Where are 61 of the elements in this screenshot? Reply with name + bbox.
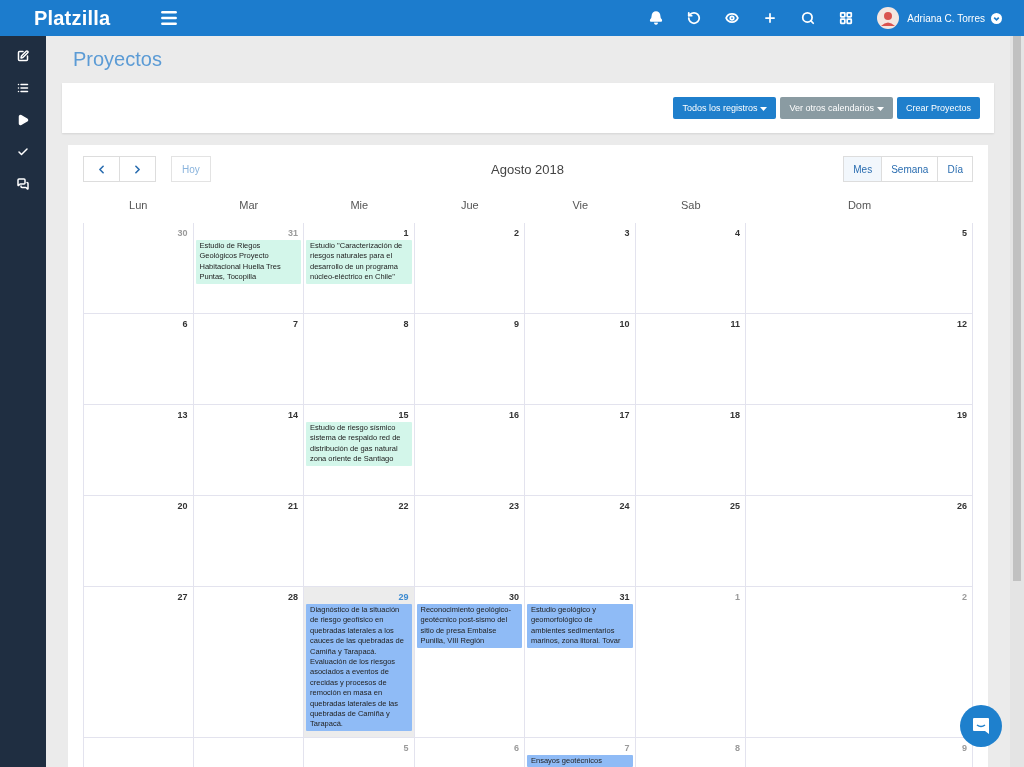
toolbar-button[interactable]: Crear Proyectos <box>896 97 980 119</box>
day-number: 1 <box>403 227 410 240</box>
day-number: 29 <box>398 591 410 604</box>
day-number: 31 <box>288 227 299 240</box>
day-number: 11 <box>730 318 741 331</box>
view-tab[interactable]: Mes <box>843 156 883 182</box>
day-number: 2 <box>514 227 520 240</box>
day-number: 23 <box>509 500 520 513</box>
chevron-down-icon[interactable] <box>991 12 1002 24</box>
chat-button[interactable] <box>960 705 1002 747</box>
chat-icon <box>971 716 991 736</box>
day-number: 14 <box>288 409 299 422</box>
calendar-title: Agosto 2018 <box>490 161 566 177</box>
day-number: 5 <box>962 227 968 240</box>
day-number: 25 <box>730 500 741 513</box>
weekday-header: Lun <box>128 199 149 213</box>
day-number: 27 <box>177 591 189 604</box>
day-number: 20 <box>177 500 189 513</box>
day-number: 3 <box>624 227 631 240</box>
page-title: Proyectos <box>73 48 163 71</box>
day-number: 24 <box>619 500 631 513</box>
user-name[interactable]: Adriana C. Torres <box>907 12 985 24</box>
day-number: 17 <box>619 409 631 422</box>
weekday-header: Mie <box>349 199 370 213</box>
day-number: 2 <box>962 591 968 604</box>
day-number: 1 <box>735 591 741 604</box>
weekday-header: Jue <box>459 199 480 213</box>
day-number: 15 <box>398 409 410 422</box>
day-number: 10 <box>619 318 631 331</box>
day-number: 26 <box>957 500 968 513</box>
day-number: 5 <box>403 741 410 755</box>
view-tab[interactable]: Día <box>937 156 973 182</box>
weekday-header: Dom <box>846 199 873 213</box>
day-number: 22 <box>398 500 410 513</box>
view-tab[interactable]: Semana <box>881 156 939 182</box>
day-number: 19 <box>957 409 968 422</box>
day-number: 31 <box>619 591 631 604</box>
day-number: 18 <box>730 409 741 422</box>
day-number: 30 <box>509 591 520 604</box>
day-number: 28 <box>288 591 299 604</box>
toolbar-button[interactable]: Todos los registros <box>673 97 777 119</box>
avatar-icon[interactable] <box>877 7 900 29</box>
scrollbar[interactable] <box>1010 36 1024 767</box>
day-number: 4 <box>735 227 741 240</box>
weekday-header: Sab <box>679 199 702 213</box>
day-number: 9 <box>514 318 520 331</box>
day-number: 13 <box>177 409 189 422</box>
weekday-header: Mar <box>238 199 260 213</box>
day-number: 21 <box>288 500 299 513</box>
day-number: 30 <box>177 227 189 240</box>
day-number: 7 <box>293 318 299 331</box>
day-number: 7 <box>624 741 631 755</box>
day-number: 16 <box>509 409 520 422</box>
day-number: 6 <box>514 741 520 755</box>
day-number: 6 <box>182 318 189 331</box>
day-number: 8 <box>735 741 741 755</box>
day-number: 9 <box>962 741 968 755</box>
weekday-header: Vie <box>571 199 590 213</box>
day-number: 8 <box>403 318 410 331</box>
brand-logo: Platzilla <box>33 6 112 30</box>
day-number: 12 <box>957 318 968 331</box>
